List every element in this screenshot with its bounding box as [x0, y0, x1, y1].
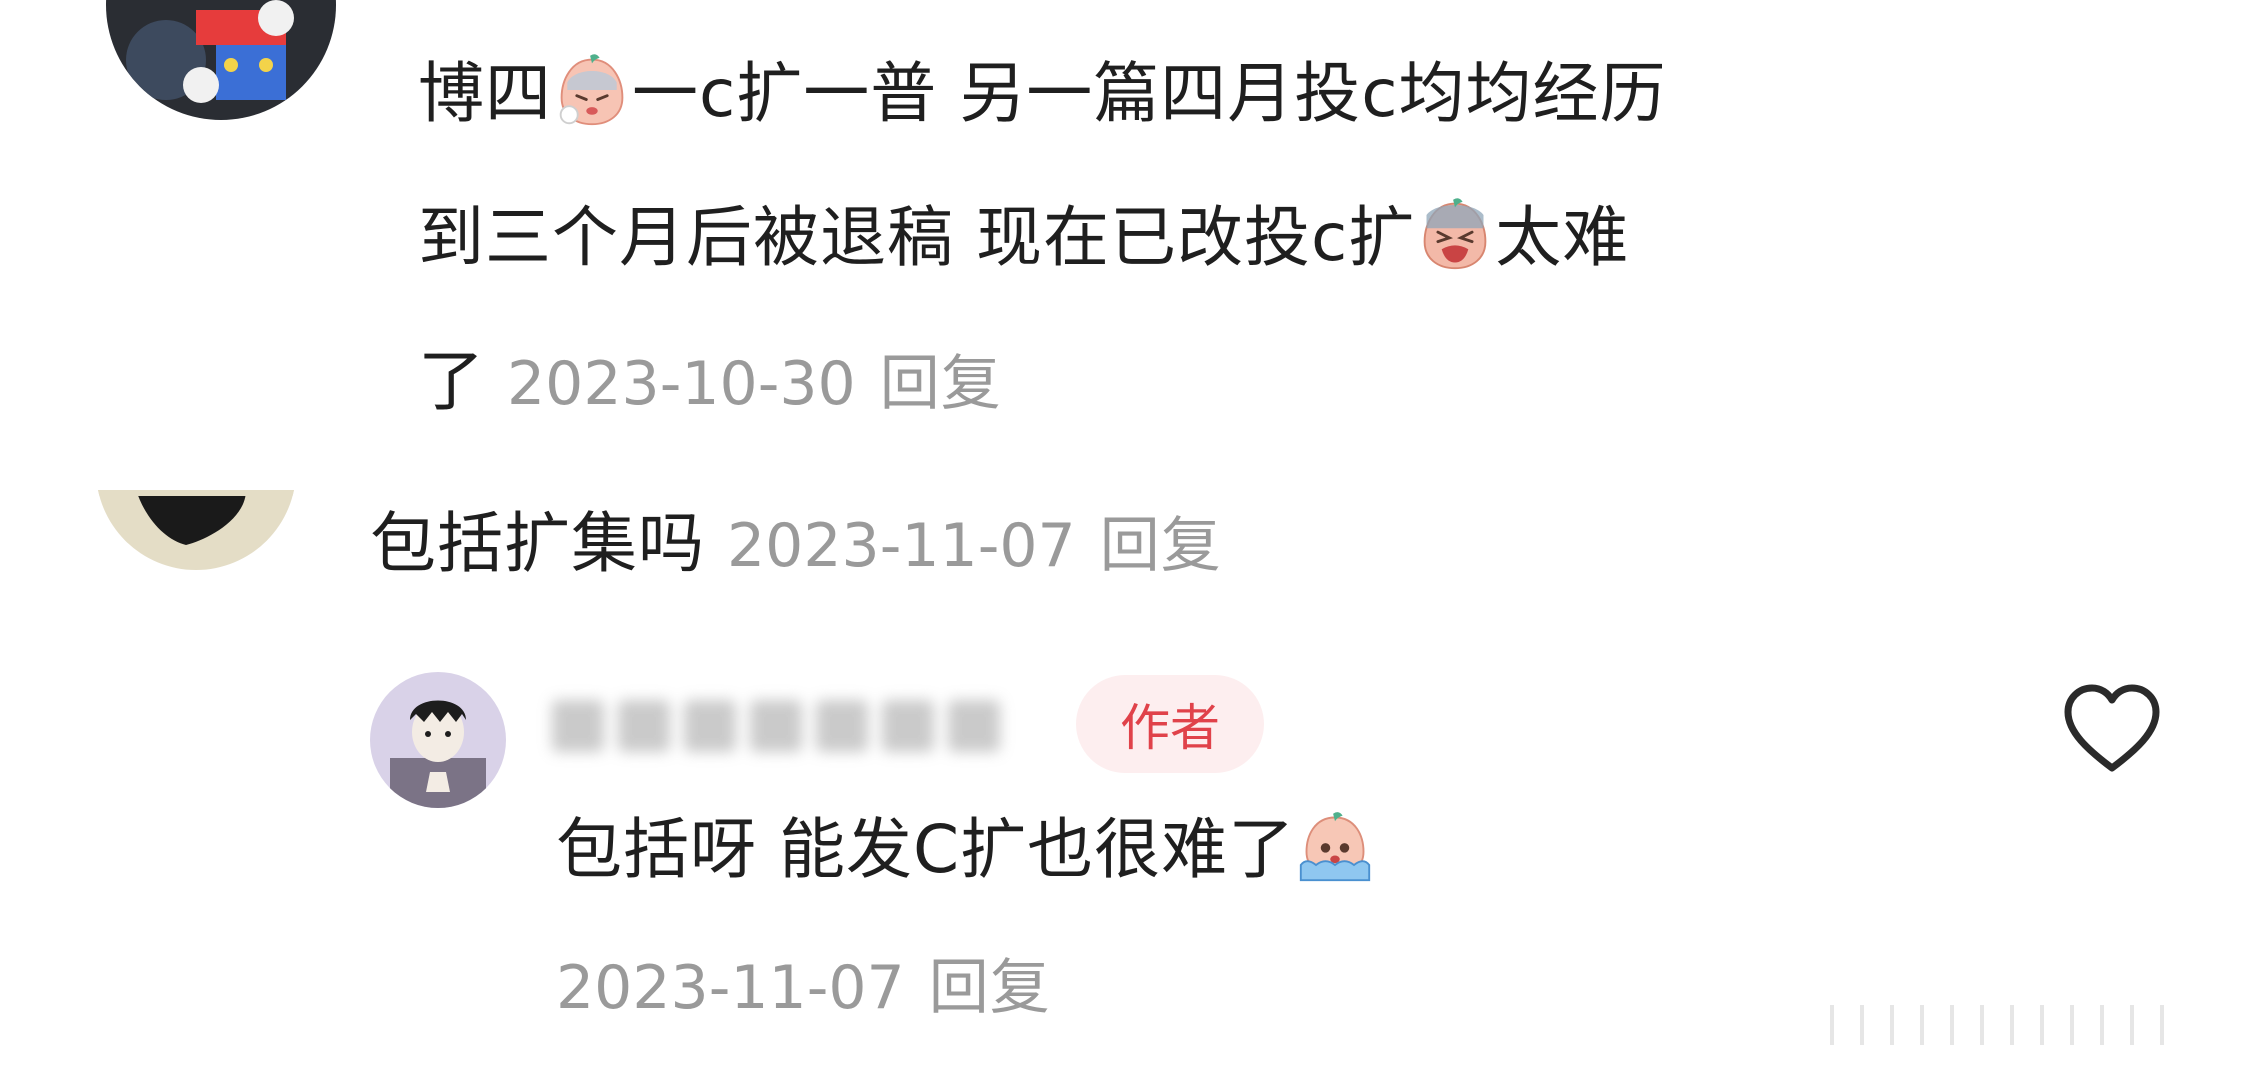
commenter-avatar[interactable] — [106, 0, 336, 120]
author-avatar[interactable] — [370, 672, 506, 808]
comment-text-line-3: 了 2023-10-30 回复 — [418, 343, 1002, 420]
comment-timestamp: 2023-11-07 — [556, 953, 905, 1023]
tears-face-emoji — [1297, 808, 1373, 884]
page-indicator — [1830, 1000, 2230, 1050]
sweat-face-emoji — [554, 52, 630, 128]
commenter-avatar[interactable] — [96, 490, 296, 570]
reply-button[interactable]: 回复 — [1100, 511, 1222, 581]
comment-text-line-2: 到三个月后被退稿 现在已改投c扩 太难 — [418, 190, 1629, 286]
comment-text: 包括扩集吗 2023-11-07 回复 — [370, 505, 1222, 582]
author-reply-text: 包括呀 能发C扩也很难了 — [556, 802, 1375, 898]
heart-outline-icon[interactable] — [2060, 680, 2164, 780]
reply-button[interactable]: 回复 — [880, 349, 1002, 419]
comment-timestamp: 2023-11-07 — [727, 511, 1076, 581]
comment-text-line-1: 博四 一c扩一普 另一篇四月投c均均经历 — [418, 46, 1667, 142]
author-reply-meta: 2023-11-07 回复 — [534, 938, 1051, 1036]
comment-timestamp: 2023-10-30 — [507, 349, 856, 419]
author-badge: 作者 — [1076, 675, 1264, 773]
reply-button[interactable]: 回复 — [929, 953, 1051, 1023]
crying-face-emoji — [1417, 196, 1493, 272]
author-username-blurred[interactable] — [552, 690, 1032, 762]
